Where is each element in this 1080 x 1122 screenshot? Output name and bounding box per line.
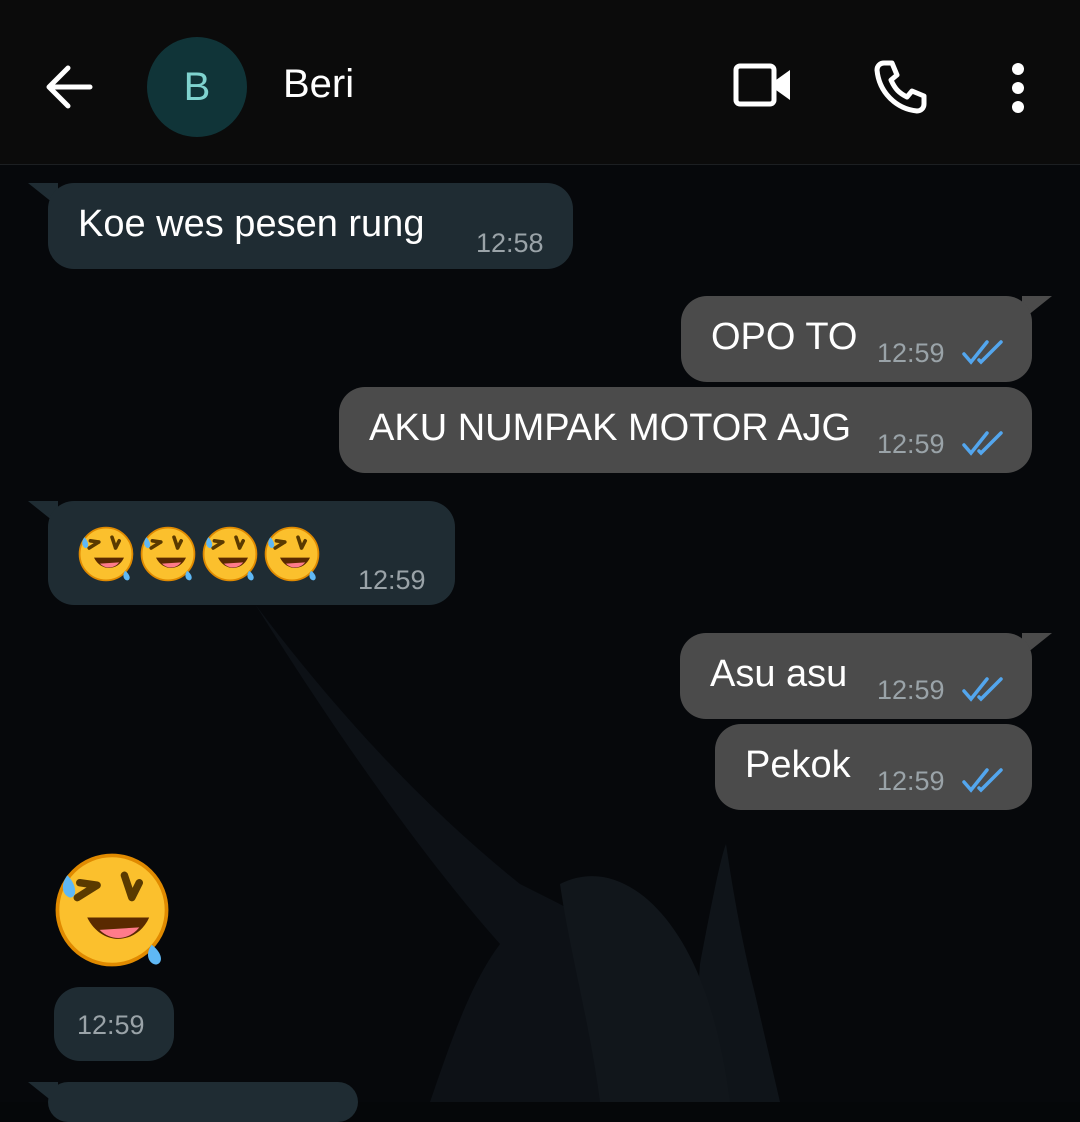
message-time: 12:58 — [476, 228, 544, 258]
message-text: OPO TO — [711, 316, 858, 358]
rolling-laughing-emoji-icon — [78, 526, 134, 582]
chat-header: B Beri — [0, 0, 1080, 165]
bubble-tail — [28, 1082, 58, 1106]
message-bubble-outgoing[interactable]: Asu asu 12:59 — [680, 633, 1032, 719]
message-bubble-outgoing[interactable]: AKU NUMPAK MOTOR AJG 12:59 — [339, 387, 1032, 473]
video-camera-icon[interactable] — [730, 58, 796, 114]
message-text: AKU NUMPAK MOTOR AJG — [369, 407, 852, 449]
message-time: 12:59 — [877, 675, 945, 705]
message-bubble-incoming-partial[interactable] — [48, 1082, 358, 1122]
message-time: 12:59 — [358, 565, 426, 595]
contact-name[interactable]: Beri — [283, 62, 354, 107]
message-bubble-incoming[interactable]: Koe wes pesen rung 12:58 — [48, 183, 573, 269]
message-time: 12:59 — [77, 1010, 145, 1040]
message-text: Pekok — [745, 744, 851, 786]
arrow-left-icon[interactable] — [40, 58, 98, 116]
double-check-icon — [962, 431, 1003, 456]
message-time: 12:59 — [877, 429, 945, 459]
message-text: Asu asu — [710, 653, 848, 695]
avatar[interactable]: B — [147, 37, 247, 137]
message-time-chip: 12:59 — [54, 987, 174, 1061]
double-check-icon — [962, 768, 1003, 793]
phone-icon[interactable] — [870, 57, 930, 117]
message-emoji-row — [76, 524, 322, 584]
rolling-laughing-emoji-icon — [202, 526, 258, 582]
message-time: 12:59 — [877, 766, 945, 796]
rolling-laughing-emoji-icon — [140, 526, 196, 582]
double-check-icon — [962, 340, 1003, 365]
message-text: Koe wes pesen rung — [78, 203, 425, 245]
message-time: 12:59 — [877, 338, 945, 368]
message-bubble-outgoing[interactable]: OPO TO 12:59 — [681, 296, 1032, 382]
double-check-icon — [962, 677, 1003, 702]
rolling-laughing-emoji-icon — [264, 526, 320, 582]
more-vertical-icon[interactable] — [1000, 60, 1036, 116]
rolling-laughing-emoji-icon[interactable] — [50, 848, 174, 972]
message-bubble-outgoing[interactable]: Pekok 12:59 — [715, 724, 1032, 810]
